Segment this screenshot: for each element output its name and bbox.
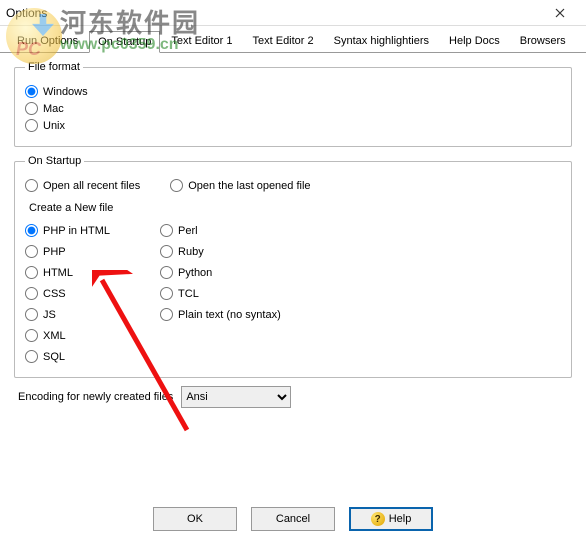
- radio-php[interactable]: [25, 245, 38, 258]
- label-sql: SQL: [43, 351, 65, 363]
- help-button[interactable]: ? Help: [349, 507, 433, 531]
- tab-run-options[interactable]: Run Options: [8, 30, 87, 52]
- tab-text-editor-2[interactable]: Text Editor 2: [244, 30, 323, 52]
- label-unix: Unix: [43, 120, 65, 132]
- content-area: File format Windows Mac Unix On Startup …: [0, 53, 586, 416]
- help-label: Help: [389, 513, 412, 525]
- ok-button[interactable]: OK: [153, 507, 237, 531]
- tab-text-editor-1[interactable]: Text Editor 1: [162, 30, 241, 52]
- label-open-last: Open the last opened file: [188, 180, 310, 192]
- window-title: Options: [6, 6, 47, 20]
- tab-on-startup[interactable]: On Startup: [89, 31, 160, 53]
- label-windows: Windows: [43, 86, 88, 98]
- on-startup-legend: On Startup: [25, 155, 84, 167]
- label-js: JS: [43, 309, 56, 321]
- radio-html[interactable]: [25, 266, 38, 279]
- dialog-buttons: OK Cancel ? Help: [0, 507, 586, 531]
- radio-windows[interactable]: [25, 85, 38, 98]
- radio-xml[interactable]: [25, 329, 38, 342]
- radio-open-last[interactable]: [170, 179, 183, 192]
- create-new-file-label: Create a New file: [29, 202, 561, 214]
- tab-help-docs[interactable]: Help Docs: [440, 30, 509, 52]
- radio-ruby[interactable]: [160, 245, 173, 258]
- tab-syntax-highlighters[interactable]: Syntax highlightiers: [325, 30, 438, 52]
- label-mac: Mac: [43, 103, 64, 115]
- file-format-legend: File format: [25, 61, 83, 73]
- radio-js[interactable]: [25, 308, 38, 321]
- label-php: PHP: [43, 246, 66, 258]
- help-icon: ?: [371, 512, 385, 526]
- radio-plain-text[interactable]: [160, 308, 173, 321]
- label-python: Python: [178, 267, 212, 279]
- cancel-button[interactable]: Cancel: [251, 507, 335, 531]
- radio-python[interactable]: [160, 266, 173, 279]
- radio-mac[interactable]: [25, 102, 38, 115]
- label-ruby: Ruby: [178, 246, 204, 258]
- radio-open-all-recent[interactable]: [25, 179, 38, 192]
- ok-label: OK: [187, 513, 203, 525]
- encoding-label: Encoding for newly created files: [18, 391, 173, 403]
- tab-browsers[interactable]: Browsers: [511, 30, 575, 52]
- label-php-in-html: PHP in HTML: [43, 225, 110, 237]
- label-perl: Perl: [178, 225, 198, 237]
- tabstrip: Run Options On Startup Text Editor 1 Tex…: [0, 26, 586, 53]
- label-tcl: TCL: [178, 288, 199, 300]
- label-open-all-recent: Open all recent files: [43, 180, 140, 192]
- cancel-label: Cancel: [276, 513, 310, 525]
- radio-sql[interactable]: [25, 350, 38, 363]
- radio-css[interactable]: [25, 287, 38, 300]
- close-icon: [555, 8, 565, 18]
- radio-unix[interactable]: [25, 119, 38, 132]
- file-format-group: File format Windows Mac Unix: [14, 61, 572, 147]
- titlebar: Options: [0, 0, 586, 26]
- label-html: HTML: [43, 267, 73, 279]
- radio-tcl[interactable]: [160, 287, 173, 300]
- radio-perl[interactable]: [160, 224, 173, 237]
- radio-php-in-html[interactable]: [25, 224, 38, 237]
- encoding-select[interactable]: Ansi: [181, 386, 291, 408]
- label-xml: XML: [43, 330, 66, 342]
- label-css: CSS: [43, 288, 66, 300]
- on-startup-group: On Startup Open all recent files Open th…: [14, 155, 572, 378]
- close-button[interactable]: [540, 2, 580, 24]
- label-plain-text: Plain text (no syntax): [178, 309, 281, 321]
- encoding-row: Encoding for newly created files Ansi: [18, 386, 572, 408]
